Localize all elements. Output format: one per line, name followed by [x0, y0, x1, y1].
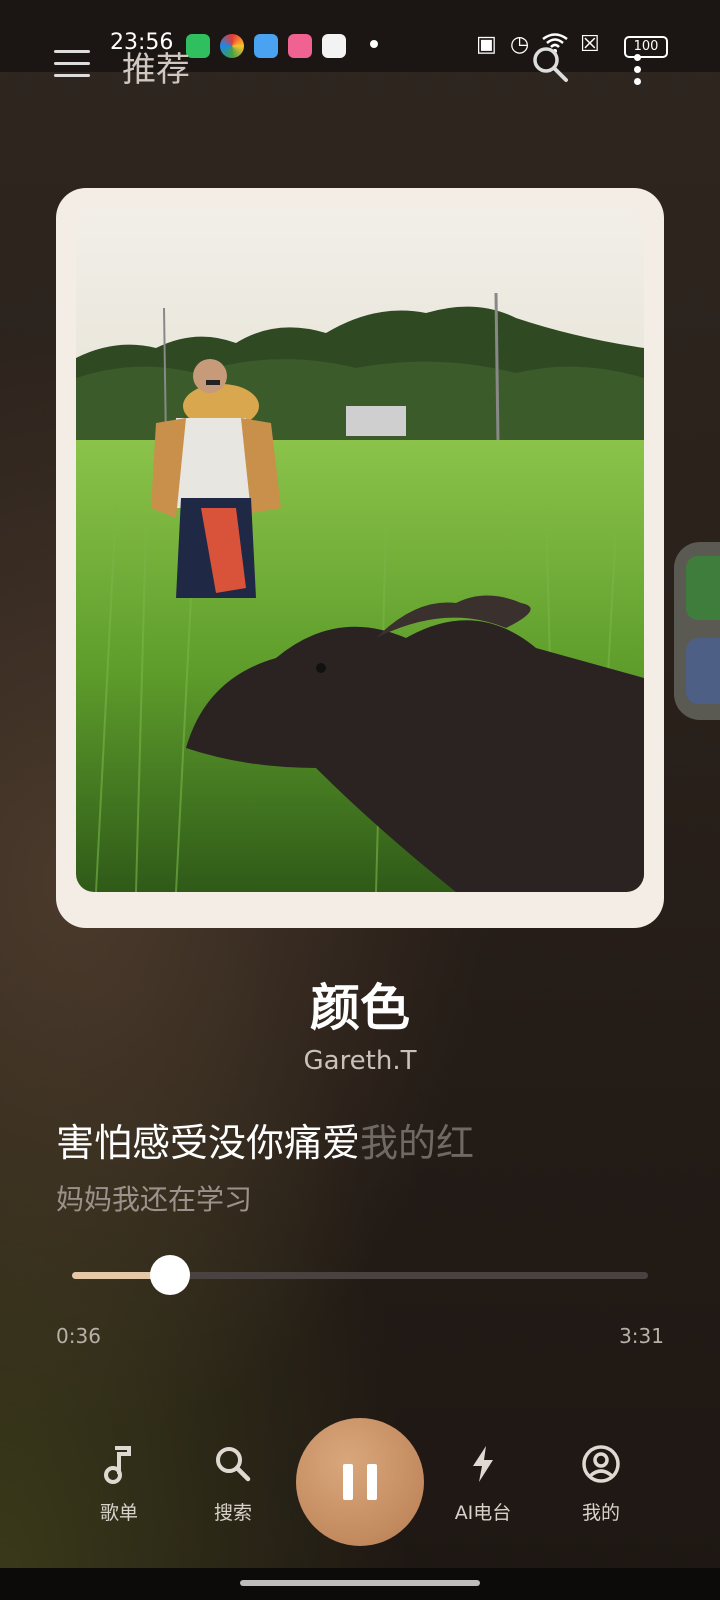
time-total: 3:31 — [619, 1324, 664, 1348]
time-current: 0:36 — [56, 1324, 101, 1348]
lightning-icon — [473, 1446, 493, 1482]
search-icon — [216, 1447, 251, 1482]
nav-label-playlist: 歌单 — [99, 1502, 138, 1524]
pause-icon — [367, 1464, 377, 1500]
floating-sidebar-widget[interactable] — [674, 542, 720, 720]
notification-dot — [370, 40, 378, 48]
song-title: 颜色 — [310, 979, 410, 1037]
artist-name[interactable]: Gareth.T — [0, 1046, 720, 1076]
home-indicator[interactable] — [240, 1580, 480, 1586]
nav-label-mine: 我的 — [581, 1502, 620, 1524]
bilibili-app-icon — [288, 34, 312, 58]
profile-icon — [582, 1445, 620, 1483]
nav-mine[interactable]: 我的 — [556, 1444, 646, 1525]
nav-search[interactable]: 搜索 — [188, 1444, 278, 1525]
nav-label-ai-radio: AI电台 — [454, 1502, 512, 1524]
more-vertical-icon[interactable] — [632, 54, 642, 85]
menu-icon[interactable] — [54, 50, 90, 77]
pause-icon — [343, 1464, 353, 1500]
status-bar: 23:56 ▣ ◷ ☒ 100 — [0, 0, 720, 72]
lyric-sung: 害怕感受没你痛爱 — [56, 1121, 361, 1165]
nav-label-search: 搜索 — [213, 1502, 252, 1524]
photos-app-icon — [322, 34, 346, 58]
battery-icon: 100 — [624, 36, 668, 58]
nav-playlist[interactable]: 歌单 — [74, 1444, 164, 1525]
music-note-icon — [104, 1446, 131, 1484]
album-cover-image — [76, 208, 644, 892]
alarm-icon: ◷ — [510, 32, 530, 57]
nfc-icon: ▣ — [476, 32, 497, 57]
gallery-app-icon[interactable] — [686, 638, 720, 704]
sim-off-icon: ☒ — [580, 32, 600, 57]
page-title[interactable]: 推荐 — [122, 42, 190, 91]
album-cover-card[interactable] — [56, 188, 664, 928]
lyric-unsung: 我的红 — [360, 1121, 475, 1165]
pause-button[interactable] — [296, 1418, 424, 1546]
pinwheel-app-icon — [220, 34, 244, 58]
lyric-next[interactable]: 妈妈我还在学习 — [56, 1178, 252, 1218]
weather-app-icon — [254, 34, 278, 58]
chat-app-icon[interactable] — [686, 556, 720, 620]
search-icon[interactable] — [530, 44, 570, 84]
nav-ai-radio[interactable]: AI电台 — [438, 1444, 528, 1525]
progress-thumb[interactable] — [149, 1255, 190, 1295]
lyric-current[interactable]: 害怕感受没你痛爱我的红 — [56, 1112, 474, 1167]
progress-bar[interactable] — [72, 1255, 648, 1295]
